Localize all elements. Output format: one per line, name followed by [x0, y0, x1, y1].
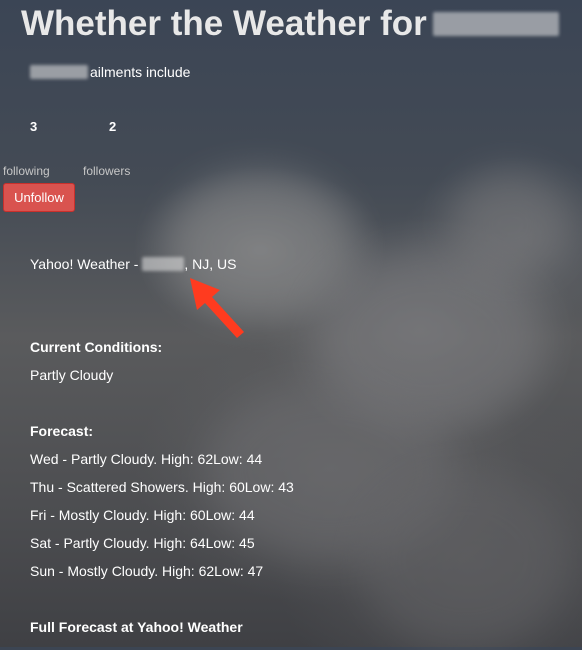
weather-location-suffix: , NJ, US: [184, 256, 237, 272]
forecast-row: Sun - Mostly Cloudy. High: 62Low: 47: [30, 563, 264, 579]
forecast-row: Fri - Mostly Cloudy. High: 60Low: 44: [30, 507, 255, 523]
redacted-username-inline: [30, 65, 88, 80]
profile-summary: ailments include: [30, 64, 190, 80]
followers-count: 2: [109, 119, 117, 134]
forecast-row: Thu - Scattered Showers. High: 60Low: 43: [30, 479, 294, 495]
following-label[interactable]: following: [3, 164, 50, 178]
redacted-username: [432, 11, 559, 36]
page-title: Whether the Weather for: [21, 4, 559, 44]
weather-location: Yahoo! Weather - , NJ, US: [30, 256, 236, 272]
followers-label[interactable]: followers: [83, 164, 130, 178]
forecast-heading: Forecast:: [30, 423, 94, 439]
page-title-text: Whether the Weather for: [21, 4, 427, 43]
forecast-row: Sat - Partly Cloudy. High: 64Low: 45: [30, 535, 255, 551]
redacted-town: [142, 257, 185, 272]
forecast-row: Wed - Partly Cloudy. High: 62Low: 44: [30, 451, 263, 467]
weather-location-prefix: Yahoo! Weather -: [30, 256, 139, 272]
full-forecast-link[interactable]: Full Forecast at Yahoo! Weather: [30, 619, 243, 635]
ailments-text: ailments include: [90, 64, 191, 80]
red-arrow-icon: [190, 278, 244, 338]
following-count: 3: [30, 119, 38, 134]
unfollow-button[interactable]: Unfollow: [3, 183, 75, 212]
current-conditions-heading: Current Conditions:: [30, 339, 163, 355]
current-conditions-value: Partly Cloudy: [30, 367, 114, 383]
page-content: Whether the Weather for ailments include…: [0, 0, 582, 647]
